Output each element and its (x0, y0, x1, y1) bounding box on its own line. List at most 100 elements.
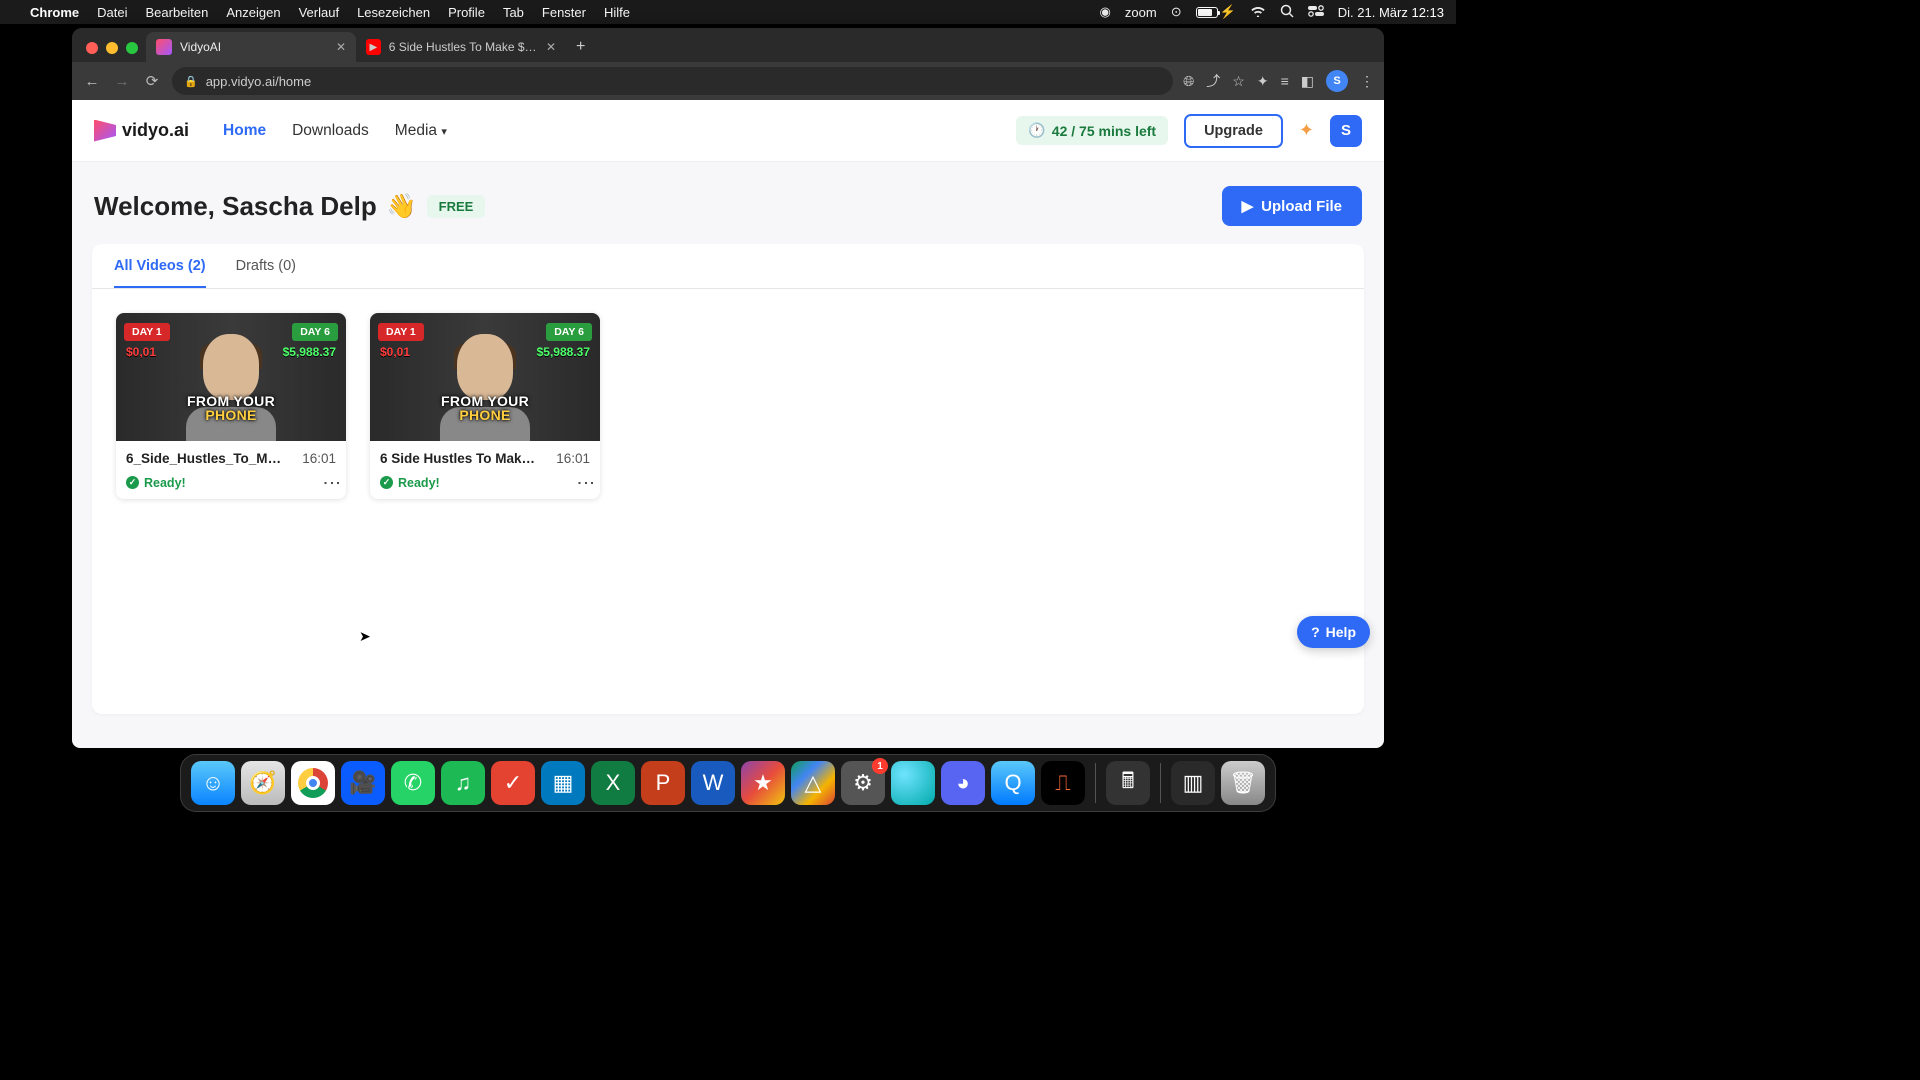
dock-chrome[interactable] (291, 761, 335, 805)
dock-whatsapp[interactable]: ✆ (391, 761, 435, 805)
maximize-window-button[interactable] (126, 42, 138, 54)
record-icon[interactable]: ◉ (1100, 4, 1111, 20)
forward-button[interactable]: → (112, 73, 132, 90)
app-viewport: vidyo.ai Home Downloads Media ▾ 🕐 42 / 7… (72, 100, 1384, 748)
upload-file-button[interactable]: ▶ Upload File (1222, 186, 1362, 226)
help-button[interactable]: ? Help (1297, 616, 1370, 648)
wave-icon: 👋 (387, 192, 417, 221)
menubar-datetime[interactable]: Di. 21. März 12:13 (1338, 5, 1444, 20)
reading-list-icon[interactable]: ≡ (1281, 73, 1289, 89)
tab-close-button[interactable]: ✕ (336, 40, 346, 54)
chrome-menu-icon[interactable]: ⋮ (1360, 73, 1374, 90)
translate-icon[interactable]: 🌐︎ (1183, 73, 1194, 90)
thumb-caption: FROM YOUR PHONE (370, 394, 600, 423)
sidepanel-icon[interactable]: ◧ (1301, 73, 1314, 90)
back-button[interactable]: ← (82, 73, 102, 90)
chevron-down-icon: ▾ (441, 126, 447, 138)
check-icon: ✓ (380, 476, 393, 489)
menubar-verlauf[interactable]: Verlauf (299, 5, 339, 20)
sparkle-icon[interactable]: ✦ (1299, 120, 1314, 141)
url-text: app.vidyo.ai/home (206, 74, 312, 89)
video-title: 6 Side Hustles To Make $1... (380, 451, 540, 466)
battery-icon[interactable]: ⚡ (1196, 4, 1236, 20)
wifi-icon[interactable] (1250, 5, 1266, 20)
menubar-tab[interactable]: Tab (503, 5, 524, 20)
video-grid: DAY 1 DAY 6 $0,01 $5,988.37 FROM YOUR PH… (92, 289, 1364, 523)
window-controls (82, 42, 146, 62)
thumb-badge-right: DAY 6 (292, 323, 338, 341)
thumb-line2: PHONE (370, 408, 600, 423)
browser-toolbar: ← → ⟳ 🔒 app.vidyo.ai/home 🌐︎ ⤴ ☆ ✦ ≡ ◧ S… (72, 62, 1384, 100)
upgrade-button[interactable]: Upgrade (1184, 114, 1283, 148)
reload-button[interactable]: ⟳ (142, 72, 162, 90)
dock-word[interactable]: W (691, 761, 735, 805)
extensions-icon[interactable]: ✦ (1257, 73, 1269, 90)
macos-menubar: Chrome Datei Bearbeiten Anzeigen Verlauf… (0, 0, 1456, 24)
dock-settings[interactable]: ⚙1 (841, 761, 885, 805)
dock-zoom[interactable]: 🎥 (341, 761, 385, 805)
tab-vidyoai[interactable]: VidyoAI ✕ (146, 32, 356, 62)
tab-title: 6 Side Hustles To Make $1000 (389, 40, 538, 54)
video-more-button[interactable]: ⋮ (327, 474, 336, 491)
thumb-price-left: $0,01 (380, 345, 410, 359)
dock-app-teal[interactable] (891, 761, 935, 805)
thumb-line2: PHONE (116, 408, 346, 423)
minimize-window-button[interactable] (106, 42, 118, 54)
dock-mission-control[interactable]: ▥ (1171, 761, 1215, 805)
control-center-icon[interactable] (1308, 5, 1324, 20)
welcome-heading: Welcome, Sascha Delp 👋 FREE (94, 191, 485, 222)
video-card[interactable]: DAY 1 DAY 6 $0,01 $5,988.37 FROM YOUR PH… (370, 313, 600, 499)
dock-spotify[interactable]: ♫ (441, 761, 485, 805)
dock-badge: 1 (872, 758, 888, 774)
address-bar[interactable]: 🔒 app.vidyo.ai/home (172, 67, 1173, 95)
dock-imovie[interactable]: ★ (741, 761, 785, 805)
dock-trash[interactable]: 🗑 (1221, 761, 1265, 805)
vidyo-logo-icon (94, 120, 116, 142)
menubar-bearbeiten[interactable]: Bearbeiten (145, 5, 208, 20)
dock-audio-app[interactable]: ⎍ (1041, 761, 1085, 805)
video-title: 6_Side_Hustles_To_Make_1... (126, 451, 286, 466)
vidyo-favicon-icon (156, 39, 172, 55)
bookmark-icon[interactable]: ☆ (1232, 73, 1245, 90)
menubar-app-name[interactable]: Chrome (30, 5, 79, 20)
tab-all-videos[interactable]: All Videos (2) (114, 258, 206, 288)
menubar-lesezeichen[interactable]: Lesezeichen (357, 5, 430, 20)
dock-quicktime[interactable]: Q (991, 761, 1035, 805)
nav-media[interactable]: Media ▾ (395, 122, 447, 140)
screen-record-icon[interactable]: ⊙ (1171, 4, 1182, 20)
tab-youtube[interactable]: ▶ 6 Side Hustles To Make $1000 ✕ (356, 32, 566, 62)
video-card[interactable]: DAY 1 DAY 6 $0,01 $5,988.37 FROM YOUR PH… (116, 313, 346, 499)
zoom-menubar[interactable]: zoom (1125, 5, 1157, 20)
dock-finder[interactable]: ☺ (191, 761, 235, 805)
new-tab-button[interactable]: + (566, 38, 595, 62)
nav-home[interactable]: Home (223, 122, 266, 140)
dock-gdrive[interactable]: △ (791, 761, 835, 805)
dock-calculator[interactable]: 🖩 (1106, 761, 1150, 805)
tab-drafts[interactable]: Drafts (0) (236, 258, 296, 288)
dock-discord[interactable]: ◕ (941, 761, 985, 805)
nav-downloads[interactable]: Downloads (292, 122, 369, 140)
upload-icon: ▶ (1242, 197, 1254, 215)
tab-close-button[interactable]: ✕ (546, 40, 556, 54)
dock-trello[interactable]: ▦ (541, 761, 585, 805)
menubar-profile[interactable]: Profile (448, 5, 485, 20)
menubar-datei[interactable]: Datei (97, 5, 127, 20)
dock-powerpoint[interactable]: P (641, 761, 685, 805)
vidyo-logo[interactable]: vidyo.ai (94, 120, 189, 142)
share-icon[interactable]: ⤴ (1206, 71, 1220, 91)
menubar-anzeigen[interactable]: Anzeigen (226, 5, 280, 20)
dock-todoist[interactable]: ✓ (491, 761, 535, 805)
menubar-hilfe[interactable]: Hilfe (604, 5, 630, 20)
dock-safari[interactable]: 🧭 (241, 761, 285, 805)
thumb-badge-left: DAY 1 (378, 323, 424, 341)
welcome-text: Welcome, Sascha Delp (94, 191, 377, 222)
menubar-fenster[interactable]: Fenster (542, 5, 586, 20)
user-avatar[interactable]: S (1330, 115, 1362, 147)
dock-excel[interactable]: X (591, 761, 635, 805)
video-more-button[interactable]: ⋮ (581, 474, 590, 491)
search-icon[interactable] (1280, 4, 1294, 21)
close-window-button[interactable] (86, 42, 98, 54)
video-status: ✓Ready! (126, 476, 186, 490)
profile-avatar[interactable]: S (1326, 70, 1348, 92)
video-thumbnail: DAY 1 DAY 6 $0,01 $5,988.37 FROM YOUR PH… (370, 313, 600, 441)
